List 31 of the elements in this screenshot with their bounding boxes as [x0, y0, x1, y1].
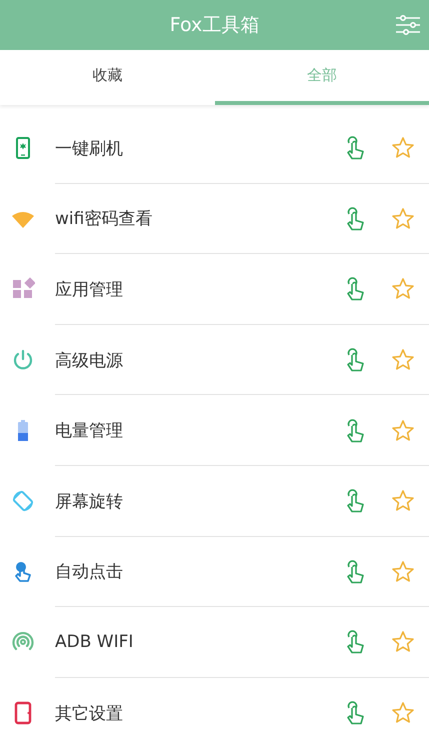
tap-icon[interactable] [344, 630, 366, 654]
tap-icon[interactable] [344, 206, 366, 231]
tab[interactable]: 收藏 [0, 50, 214, 105]
tool-name[interactable]: wifi密码查看 [55, 207, 344, 230]
tool-name[interactable]: 应用管理 [55, 278, 344, 301]
star-icon[interactable] [391, 136, 415, 160]
tap-icon[interactable] [344, 560, 366, 584]
tap-icon[interactable] [344, 489, 366, 514]
tap-icon[interactable] [344, 348, 366, 372]
star-icon[interactable] [391, 206, 415, 231]
tap-icon[interactable] [344, 701, 366, 726]
app-title: Fox工具箱 [170, 13, 260, 38]
rotate-icon [11, 489, 35, 514]
star-icon[interactable] [391, 701, 415, 726]
tap-icon[interactable] [344, 277, 366, 302]
tool-name[interactable]: 高级电源 [55, 348, 344, 372]
tool-name[interactable]: ADB WIFI [55, 632, 344, 652]
tool-name[interactable]: 电量管理 [55, 419, 344, 442]
tool-name[interactable]: 屏幕旋转 [55, 490, 344, 513]
star-icon[interactable] [391, 630, 415, 654]
tap-icon[interactable] [344, 418, 366, 443]
tool-name[interactable]: 一键刷机 [55, 136, 344, 160]
star-icon[interactable] [391, 489, 415, 514]
star-icon[interactable] [391, 418, 415, 443]
tool-name[interactable]: 其它设置 [55, 702, 344, 725]
tap-icon[interactable] [344, 136, 366, 160]
star-icon[interactable] [391, 560, 415, 584]
star-icon[interactable] [391, 348, 415, 372]
tool-name[interactable]: 自动点击 [55, 560, 344, 584]
star-icon[interactable] [391, 277, 415, 302]
power-icon [11, 348, 35, 372]
